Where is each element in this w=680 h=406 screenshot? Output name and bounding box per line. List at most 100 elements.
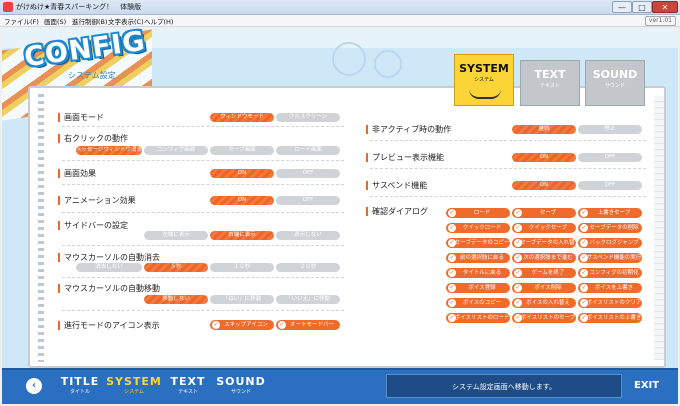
tab-label: SOUND: [592, 68, 638, 81]
sidebar-right[interactable]: 右端に表示: [210, 231, 274, 240]
confirm-checkbox[interactable]: ✓ セーブデータの削除: [578, 223, 642, 233]
progress-icon-skip[interactable]: ✓ スキップアイコン: [210, 320, 274, 330]
confirm-checkbox[interactable]: ✓ 上書きセーブ: [578, 208, 642, 218]
confirm-checkbox[interactable]: ✓ クイックセーブ: [512, 223, 576, 233]
checkbox-label: バックログジャンプ: [589, 240, 639, 246]
cursor-move-none[interactable]: 移動しない: [144, 295, 208, 304]
nav-sublabel: システム: [124, 389, 144, 395]
right-click-hide-window[interactable]: メッセージウィンドウ消去: [76, 146, 142, 155]
app-icon: [3, 2, 13, 12]
nav-label: SOUND: [216, 375, 266, 388]
animation-off[interactable]: OFF: [276, 196, 340, 205]
confirm-checkbox[interactable]: ✓ ボイスを上書き: [578, 283, 642, 293]
divider: [62, 184, 344, 185]
checkbox-label: オートモードバー: [289, 322, 334, 328]
suspend-off[interactable]: OFF: [578, 181, 642, 190]
confirm-checkbox[interactable]: ✓ セーブデータのコピー: [446, 238, 510, 248]
nav-sublabel: テキスト: [178, 389, 198, 395]
confirm-checkbox[interactable]: ✓ ボイスリストのセーブ: [512, 313, 576, 323]
tab-label: TEXT: [534, 68, 566, 81]
confirm-checkbox[interactable]: ✓ セーブ: [512, 208, 576, 218]
window-title: がけぬけ★青春スパーキング！ 体験版: [16, 3, 142, 11]
confirm-checkbox[interactable]: ✓ タイトルに戻る: [446, 268, 510, 278]
checkbox-label: ゲームを終了: [531, 270, 565, 276]
sidebar-hide[interactable]: 表示しない: [276, 231, 340, 240]
menu-progress[interactable]: 進行制御(B): [72, 16, 108, 26]
right-click-config[interactable]: コンフィグ画面: [144, 146, 208, 155]
screen-effect-on[interactable]: ON: [210, 169, 274, 178]
confirm-checkbox[interactable]: ✓ ボイスリストのクリア: [578, 298, 642, 308]
nav-sound[interactable]: SOUND サウンド: [214, 375, 268, 395]
check-icon: ✓: [448, 284, 456, 292]
confirm-checkbox[interactable]: ✓ 前の選択肢に戻る: [446, 253, 510, 263]
menu-text-display[interactable]: 文字表示(C): [108, 16, 144, 26]
confirm-checkbox[interactable]: ✓ クイックロード: [446, 223, 510, 233]
tab-system[interactable]: SYSTEM システム: [454, 54, 514, 106]
confirm-checkbox[interactable]: ✓ ボイスの入れ替え: [512, 298, 576, 308]
screen-mode-full[interactable]: フルスクリーン: [276, 113, 340, 122]
close-button[interactable]: ✕: [652, 1, 678, 13]
confirm-checkbox[interactable]: ✓ ボイスのコピー: [446, 298, 510, 308]
confirm-checkbox[interactable]: ✓ ボイス登録: [446, 283, 510, 293]
inactive-stop[interactable]: 停止: [578, 125, 642, 134]
label-confirm-dialog: 確認ダイアログ: [366, 207, 428, 216]
menu-bar: ファイル(F) 画面(S) 進行制御(B) 文字表示(C) ヘルプ(H) ver…: [0, 15, 680, 27]
inactive-continue[interactable]: 継続: [512, 125, 576, 134]
confirm-checkbox[interactable]: ✓ ボイス削除: [512, 283, 576, 293]
confirm-checkbox[interactable]: ✓ ボイスリストのロード: [446, 313, 510, 323]
menu-file[interactable]: ファイル(F): [4, 16, 39, 26]
tab-text[interactable]: TEXT テキスト: [520, 60, 580, 106]
check-icon: ✓: [514, 299, 522, 307]
screen-mode-window[interactable]: ウィンドウモード: [210, 113, 274, 122]
divider: [62, 310, 344, 311]
checkbox-label: クイックセーブ: [528, 225, 568, 231]
menu-help[interactable]: ヘルプ(H): [144, 16, 173, 26]
label-screen-effect: 画面効果: [58, 169, 96, 178]
divider: [62, 212, 344, 213]
check-icon: ✓: [448, 314, 456, 322]
cursor-hide-10s[interactable]: １０秒: [210, 263, 274, 272]
right-click-load[interactable]: ロード画面: [276, 146, 340, 155]
confirm-checkbox[interactable]: ✓ ロード: [446, 208, 510, 218]
screen-effect-off[interactable]: OFF: [276, 169, 340, 178]
check-icon: ✓: [580, 269, 588, 277]
right-click-save[interactable]: セーブ画面: [210, 146, 274, 155]
stamp-decoration: [374, 50, 402, 78]
nav-title[interactable]: TITLE タイトル: [58, 375, 102, 395]
confirm-checkbox[interactable]: ✓ セーブデータの入れ替え: [512, 238, 576, 248]
confirm-checkbox[interactable]: ✓ ゲームを終了: [512, 268, 576, 278]
minimize-button[interactable]: —: [612, 1, 632, 13]
preview-off[interactable]: OFF: [578, 153, 642, 162]
tab-sound[interactable]: SOUND サウンド: [585, 60, 645, 106]
confirm-checkbox[interactable]: ✓ サスペンド機能の実行: [578, 253, 642, 263]
suspend-on[interactable]: ON: [512, 181, 576, 190]
cursor-hide-never[interactable]: 消去しない: [76, 263, 142, 272]
preview-on[interactable]: ON: [512, 153, 576, 162]
checkbox-label: セーブデータの入れ替え: [520, 240, 576, 246]
menu-screen[interactable]: 画面(S): [44, 16, 66, 26]
checkbox-label: ボイスリストのロード: [454, 315, 510, 321]
confirm-checkbox[interactable]: ✓ コンフィグの初期化: [578, 268, 642, 278]
nav-text[interactable]: TEXT テキスト: [168, 375, 208, 395]
divider: [62, 126, 344, 127]
cursor-move-yes[interactable]: 「はい」に移動: [210, 295, 274, 304]
sidebar-left[interactable]: 左端に表示: [144, 231, 208, 240]
confirm-checkbox[interactable]: ✓ ボイスリストの上書き: [578, 313, 642, 323]
check-icon: ✓: [580, 284, 588, 292]
tab-sublabel: サウンド: [604, 83, 625, 89]
notebook-spiral: [38, 94, 44, 362]
cursor-hide-5s[interactable]: ５秒: [144, 263, 208, 272]
version-label: ver1.01: [644, 16, 676, 26]
exit-button[interactable]: EXIT: [634, 380, 659, 391]
checkbox-label: ボイス削除: [534, 285, 562, 291]
progress-icon-auto[interactable]: ✓ オートモードバー: [276, 320, 340, 330]
confirm-checkbox[interactable]: ✓ 次の選択肢まで進む: [512, 253, 576, 263]
nav-sublabel: サウンド: [230, 389, 251, 395]
back-arrow-icon[interactable]: ‹: [26, 378, 42, 394]
cursor-move-no[interactable]: 「いいえ」に移動: [276, 295, 340, 304]
maximize-button[interactable]: □: [632, 1, 652, 13]
cursor-hide-20s[interactable]: ２０秒: [276, 263, 340, 272]
nav-system[interactable]: SYSTEM システム: [106, 375, 162, 395]
confirm-checkbox[interactable]: ✓ バックログジャンプ: [578, 238, 642, 248]
animation-on[interactable]: ON: [210, 196, 274, 205]
